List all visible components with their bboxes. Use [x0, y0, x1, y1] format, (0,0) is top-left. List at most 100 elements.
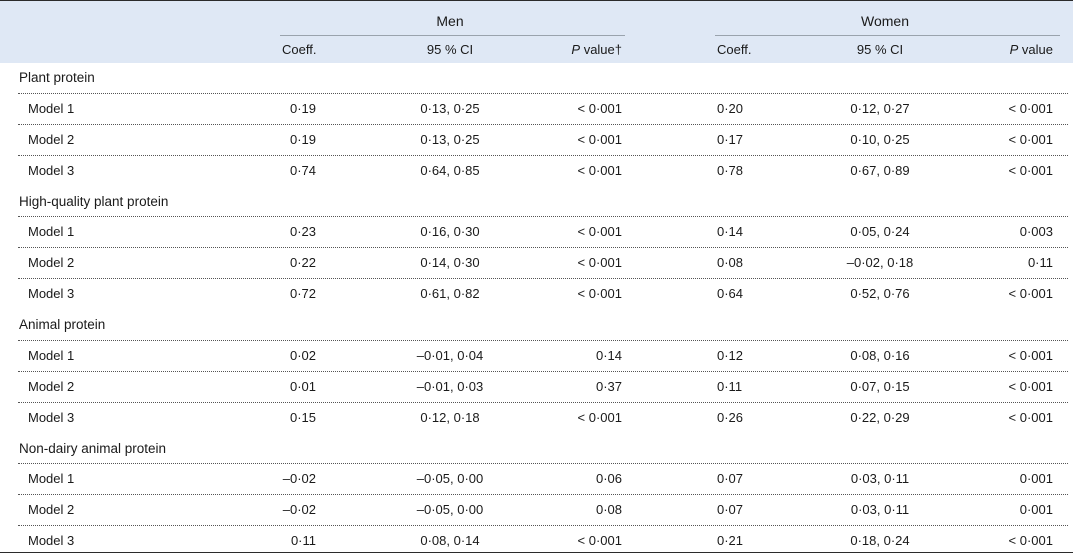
men-p-cell: 0·08	[595, 502, 622, 517]
group-title-women: Women	[861, 13, 909, 29]
women-coeff-cell: 0·78	[717, 163, 744, 178]
women-ci-cell: 0·03, 0·11	[850, 502, 910, 517]
men-p-cell: 0·37	[595, 379, 622, 394]
group-title-men: Men	[436, 13, 464, 29]
men-coeff-cell: 0·22	[289, 255, 316, 270]
women-p-cell: < 0·001	[1008, 101, 1053, 116]
col-head-men-p: P value†	[500, 42, 622, 57]
col-head-women-coeff: Coeff.	[717, 42, 752, 57]
men-coeff-cell: 0·23	[289, 224, 316, 239]
women-ci-cell: 0·67, 0·89	[850, 163, 910, 178]
table-row: Model 1 0·23 0·16, 0·30 < 0·001 0·14 0·05, 0·…	[0, 216, 1073, 247]
women-coeff-cell: 0·14	[717, 224, 744, 239]
model-label: Model 1	[28, 224, 75, 239]
women-ci-cell: 0·05, 0·24	[850, 224, 910, 239]
table-row: Model 1 –0·02 –0·05, 0·00 0·06 0·07 0·03, 0·1…	[0, 463, 1073, 494]
model-label: Model 1	[28, 101, 75, 116]
model-label: Model 1	[28, 471, 75, 486]
col-head-men-ci: 95 % CI	[426, 42, 474, 57]
women-coeff-cell: 0·12	[717, 348, 744, 363]
women-coeff-cell: 0·11	[717, 379, 743, 394]
men-p-cell: < 0·001	[577, 410, 622, 425]
men-ci-cell: 0·14, 0·30	[420, 255, 480, 270]
section-row: Plant protein	[0, 62, 1073, 93]
col-head-men-p-italic: P	[571, 42, 581, 57]
men-ci-cell: –0·01, 0·03	[416, 379, 484, 394]
model-label: Model 3	[28, 163, 75, 178]
men-ci-cell: –0·05, 0·00	[416, 502, 484, 517]
section-row: Animal protein	[0, 309, 1073, 340]
model-label: Model 1	[28, 348, 75, 363]
women-ci-cell: 0·22, 0·29	[850, 410, 910, 425]
women-p-cell: < 0·001	[1008, 132, 1053, 147]
table-header: Men Women Coeff. 95 % CI P value† Coeff.…	[0, 0, 1073, 63]
women-p-cell: 0·003	[1019, 224, 1053, 239]
women-p-cell: < 0·001	[1008, 379, 1053, 394]
women-coeff-cell: 0·08	[717, 255, 744, 270]
section-row: Non-dairy animal protein	[0, 433, 1073, 464]
men-p-cell: < 0·001	[577, 163, 622, 178]
men-ci-cell: –0·05, 0·00	[416, 471, 484, 486]
table-row: Model 1 0·02 –0·01, 0·04 0·14 0·12 0·08, 0·16…	[0, 340, 1073, 371]
col-head-men-p-rest: value†	[580, 42, 622, 57]
table-row: Model 2 0·01 –0·01, 0·03 0·37 0·11 0·07, 0·15…	[0, 371, 1073, 402]
model-label: Model 2	[28, 255, 75, 270]
men-coeff-cell: 0·15	[289, 410, 316, 425]
table-row: Model 3 0·74 0·64, 0·85 < 0·001 0·78 0·67, 0·…	[0, 155, 1073, 186]
men-ci-cell: 0·64, 0·85	[420, 163, 480, 178]
women-p-cell: < 0·001	[1008, 348, 1053, 363]
men-coeff-cell: 0·72	[289, 286, 316, 301]
men-ci-cell: 0·13, 0·25	[420, 132, 480, 147]
women-ci-cell: 0·12, 0·27	[850, 101, 910, 116]
women-coeff-cell: 0·17	[717, 132, 744, 147]
men-coeff-cell: 0·19	[289, 132, 316, 147]
men-p-cell: < 0·001	[577, 255, 622, 270]
men-ci-cell: 0·16, 0·30	[420, 224, 480, 239]
group-rule-men	[280, 35, 625, 36]
section-label: Non-dairy animal protein	[19, 441, 167, 456]
table-row: Model 3 0·15 0·12, 0·18 < 0·001 0·26 0·22, 0·…	[0, 402, 1073, 433]
men-p-cell: < 0·001	[577, 224, 622, 239]
women-p-cell: 0·11	[1027, 255, 1053, 270]
model-label: Model 2	[28, 379, 75, 394]
col-head-women-p-italic: P	[1009, 42, 1019, 57]
women-ci-cell: 0·03, 0·11	[850, 471, 910, 486]
model-label: Model 3	[28, 410, 75, 425]
women-coeff-cell: 0·26	[717, 410, 744, 425]
men-coeff-cell: 0·01	[289, 379, 316, 394]
table-row: Model 2 0·22 0·14, 0·30 < 0·001 0·08 –0·02, 0…	[0, 247, 1073, 278]
col-head-women-p: P value	[940, 42, 1053, 57]
men-ci-cell: –0·01, 0·04	[416, 348, 484, 363]
col-head-women-ci: 95 % CI	[856, 42, 904, 57]
section-label: Animal protein	[19, 317, 106, 332]
men-p-cell: < 0·001	[577, 101, 622, 116]
men-p-cell: < 0·001	[577, 286, 622, 301]
women-ci-cell: 0·10, 0·25	[850, 132, 910, 147]
section-row: High-quality plant protein	[0, 186, 1073, 217]
women-p-cell: < 0·001	[1008, 410, 1053, 425]
women-p-cell: 0·001	[1019, 502, 1053, 517]
col-head-men-coeff: Coeff.	[282, 42, 317, 57]
women-ci-cell: 0·08, 0·16	[850, 348, 910, 363]
men-ci-cell: 0·13, 0·25	[420, 101, 480, 116]
table-row: Model 1 0·19 0·13, 0·25 < 0·001 0·20 0·12, 0·…	[0, 93, 1073, 124]
section-label: Plant protein	[19, 70, 95, 85]
group-rule-women	[715, 35, 1060, 36]
women-p-cell: 0·001	[1019, 471, 1053, 486]
model-label: Model 2	[28, 502, 75, 517]
table-bottom-rule	[0, 552, 1073, 553]
men-p-cell: < 0·001	[577, 132, 622, 147]
women-coeff-cell: 0·07	[717, 471, 744, 486]
men-coeff-cell: 0·02	[289, 348, 316, 363]
women-ci-cell: 0·07, 0·15	[850, 379, 910, 394]
women-p-cell: < 0·001	[1008, 286, 1053, 301]
men-p-cell: 0·14	[595, 348, 622, 363]
women-coeff-cell: 0·20	[717, 101, 744, 116]
women-p-cell: < 0·001	[1008, 163, 1053, 178]
men-p-cell: 0·06	[595, 471, 622, 486]
table-row: Model 2 –0·02 –0·05, 0·00 0·08 0·07 0·03, 0·1…	[0, 494, 1073, 525]
women-ci-cell: 0·52, 0·76	[850, 286, 910, 301]
women-coeff-cell: 0·64	[717, 286, 744, 301]
men-coeff-cell: –0·02	[282, 471, 316, 486]
women-ci-cell: –0·02, 0·18	[846, 255, 914, 270]
